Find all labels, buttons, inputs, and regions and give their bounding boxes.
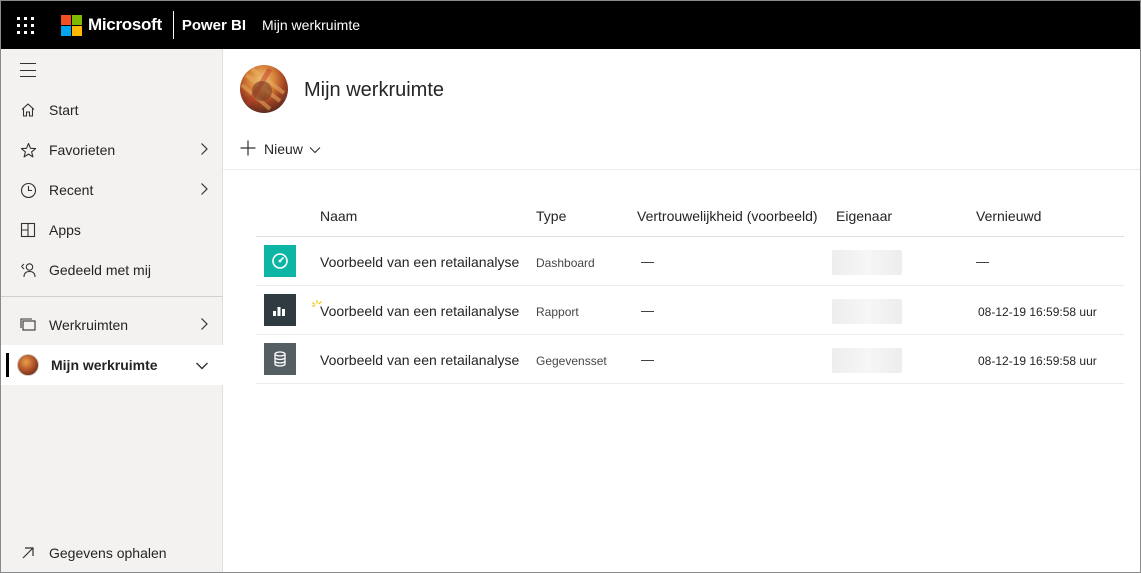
waffle-icon[interactable] [1, 1, 49, 49]
sidebar-item-favorieten[interactable]: Favorieten [1, 130, 223, 170]
item-type: Gegevensset [536, 354, 607, 368]
sidebar-item-label: Gedeeld met mij [49, 262, 151, 278]
item-name-link[interactable]: Voorbeeld van een retailanalyse [320, 352, 519, 368]
item-type: Dashboard [536, 256, 595, 270]
page-title: Mijn werkruimte [304, 79, 445, 101]
active-indicator [6, 353, 9, 377]
item-sensitivity: — [641, 254, 654, 269]
item-refreshed: — [976, 254, 989, 269]
brand-name: Microsoft [88, 15, 162, 34]
sidebar-item-apps[interactable]: Apps [1, 210, 223, 250]
microsoft-logo-icon [61, 14, 82, 36]
sidebar-item-start[interactable]: Start [1, 90, 223, 130]
content-table: Naam Type Vertrouwelijkheid (voorbeeld) … [256, 197, 1124, 384]
column-header-type[interactable]: Type [536, 208, 566, 224]
item-sensitivity: — [641, 303, 654, 318]
chevron-right-icon[interactable] [199, 142, 209, 159]
table-row[interactable]: Voorbeeld van een retailanalyse Gegevens… [256, 335, 1124, 384]
sidebar-item-recent[interactable]: Recent [1, 170, 223, 210]
column-header-owner[interactable]: Eigenaar [836, 208, 892, 224]
shared-person-icon [19, 261, 37, 279]
owner-redacted [832, 299, 902, 324]
sidebar-divider [1, 296, 223, 297]
sidebar-item-label: Recent [49, 182, 94, 198]
sidebar-item-label: Apps [49, 222, 81, 238]
workspace-avatar [240, 65, 288, 113]
column-header-refreshed[interactable]: Vernieuwd [976, 208, 1041, 224]
column-header-sensitivity[interactable]: Vertrouwelijkheid (voorbeeld) [637, 208, 818, 224]
column-header-name[interactable]: Naam [320, 208, 357, 224]
report-icon [264, 294, 296, 326]
sidebar-item-mijn-werkruimte[interactable]: Mijn werkruimte [1, 345, 223, 385]
chevron-right-icon[interactable] [199, 317, 209, 334]
home-icon [19, 101, 37, 119]
clock-icon [19, 181, 37, 199]
owner-redacted [832, 348, 902, 373]
dashboard-icon [264, 245, 296, 277]
topbar-divider [172, 11, 174, 39]
sidebar-item-label: Gegevens ophalen [49, 545, 167, 561]
table-row[interactable]: Voorbeeld van een retailanalyse Dashboar… [256, 237, 1124, 286]
item-refreshed: 08-12-19 16:59:58 uur [978, 305, 1097, 319]
owner-redacted [832, 250, 902, 275]
star-icon [19, 141, 37, 159]
new-button-label: Nieuw [264, 141, 303, 157]
apps-icon [19, 221, 37, 239]
toolbar-divider [223, 169, 1140, 170]
item-type: Rapport [536, 305, 579, 319]
workspaces-icon [19, 316, 37, 334]
sidebar-item-label: Favorieten [49, 142, 116, 158]
sidebar-item-gedeeld[interactable]: Gedeeld met mij [1, 250, 223, 290]
arrow-up-right-icon [19, 544, 37, 562]
item-refreshed: 08-12-19 16:59:58 uur [978, 354, 1097, 368]
avatar [17, 354, 39, 376]
dataset-icon [264, 343, 296, 375]
product-name[interactable]: Power BI [182, 17, 246, 34]
plus-icon [240, 140, 256, 159]
item-sensitivity: — [641, 352, 654, 367]
app-window: Microsoft Power BI Mijn werkruimte Start… [0, 0, 1141, 573]
table-row[interactable]: Voorbeeld van een retailanalyse Rapport … [256, 286, 1124, 335]
sidebar-item-label: Start [49, 102, 79, 118]
top-bar: Microsoft Power BI Mijn werkruimte [1, 1, 1140, 49]
sidebar: Start Favorieten Recent Apps Gedeeld met… [1, 49, 223, 572]
item-name-link[interactable]: Voorbeeld van een retailanalyse [320, 254, 519, 270]
sidebar-item-werkruimten[interactable]: Werkruimten [1, 305, 223, 345]
new-button[interactable]: Nieuw [240, 139, 321, 159]
microsoft-logo[interactable]: Microsoft [61, 14, 162, 36]
breadcrumb[interactable]: Mijn werkruimte [262, 17, 360, 33]
main-content: Mijn werkruimte Nieuw Naam Type Vertrouw… [223, 49, 1140, 572]
chevron-down-icon [309, 141, 321, 157]
chevron-down-icon[interactable] [195, 358, 209, 374]
hamburger-icon[interactable] [20, 63, 36, 77]
sidebar-item-label: Werkruimten [49, 317, 129, 333]
item-name-link[interactable]: Voorbeeld van een retailanalyse [320, 303, 519, 319]
sidebar-item-gegevens-ophalen[interactable]: Gegevens ophalen [1, 533, 223, 572]
chevron-right-icon[interactable] [199, 182, 209, 199]
table-header: Naam Type Vertrouwelijkheid (voorbeeld) … [256, 197, 1124, 237]
sidebar-item-label: Mijn werkruimte [51, 357, 158, 373]
